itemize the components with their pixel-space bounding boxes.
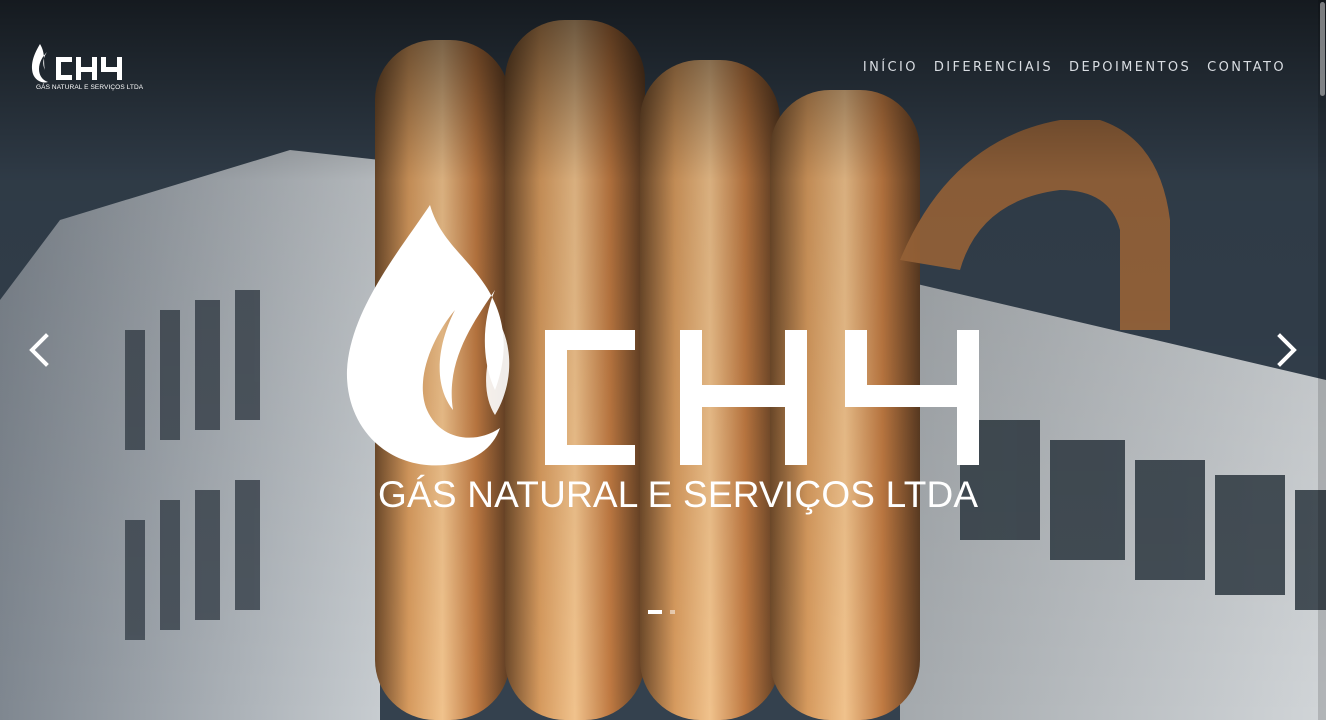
flame-icon <box>346 205 510 466</box>
scrollbar-thumb[interactable] <box>1320 2 1325 96</box>
brand-logo[interactable]: GÁS NATURAL E SERVIÇOS LTDA <box>30 42 143 96</box>
hero-logo <box>346 205 979 466</box>
chevron-right-icon <box>1277 333 1297 367</box>
nav-link-inicio[interactable]: INÍCIO <box>863 60 918 75</box>
carousel-prev-button[interactable] <box>22 330 58 370</box>
hero-tagline: GÁS NATURAL E SERVIÇOS LTDA <box>378 474 979 515</box>
brand-subtitle: GÁS NATURAL E SERVIÇOS LTDA <box>36 84 144 91</box>
flame-icon <box>31 44 122 83</box>
carousel-indicator-1[interactable] <box>648 610 662 614</box>
hero-carousel: GÁS NATURAL E SERVIÇOS LTDA INÍCIO DIFER… <box>0 0 1326 720</box>
nav-link-depoimentos[interactable]: DEPOIMENTOS <box>1069 60 1191 75</box>
chevron-left-icon <box>29 333 49 367</box>
main-nav: INÍCIO DIFERENCIAIS DEPOIMENTOS CONTATO <box>863 60 1286 75</box>
nav-link-contato[interactable]: CONTATO <box>1207 60 1286 75</box>
carousel-indicator-2[interactable] <box>670 610 675 614</box>
carousel-next-button[interactable] <box>1268 330 1304 370</box>
page-scrollbar[interactable] <box>1318 0 1326 720</box>
nav-link-diferenciais[interactable]: DIFERENCIAIS <box>934 60 1053 75</box>
carousel-indicators <box>648 610 675 614</box>
